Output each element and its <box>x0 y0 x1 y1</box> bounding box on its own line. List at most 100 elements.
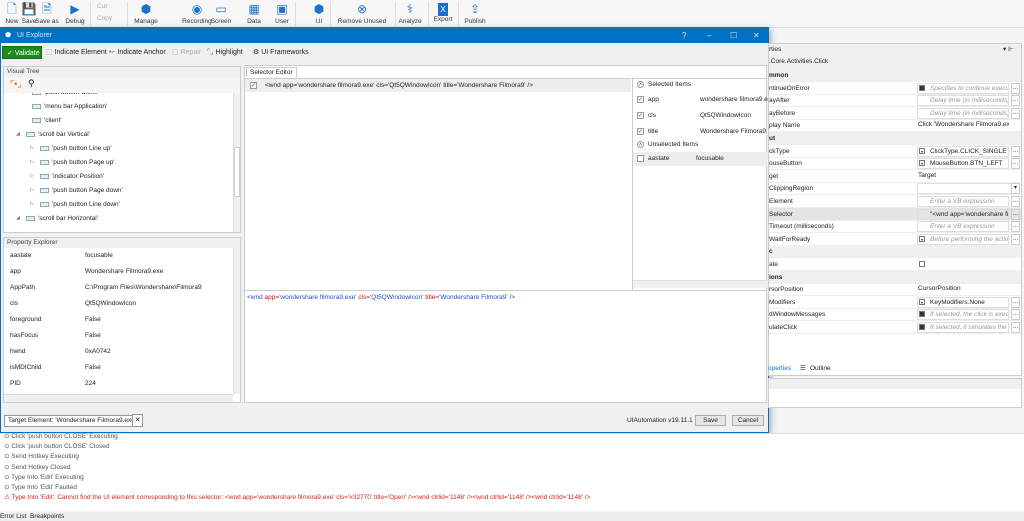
expanded-arrow-icon[interactable]: ◢ <box>16 215 20 221</box>
property-row[interactable]: rsorPosition CursorPosition <box>769 283 1021 297</box>
collapsed-arrow-icon[interactable]: ▷ <box>30 187 34 193</box>
property-value[interactable]: If selected, it simulates the c <box>917 322 1009 333</box>
save-button[interactable]: Save <box>695 415 726 426</box>
cancel-button[interactable]: Cancel <box>732 415 764 426</box>
property-value[interactable]: MouseButton.BTN_LEFT <box>917 158 1009 170</box>
attribute-checkbox[interactable] <box>637 155 644 162</box>
collapse-icon[interactable]: ˄ <box>637 141 644 148</box>
ui-frameworks-button[interactable]: ⚙ UI Frameworks <box>253 46 309 59</box>
tree-node[interactable]: ▷ 'push button Page up' <box>30 159 114 166</box>
tree-node[interactable]: 'client' <box>32 117 62 124</box>
tab-error-list[interactable]: Error List <box>0 513 26 520</box>
indicate-anchor-button[interactable]: •⌐ Indicate Anchor <box>109 46 166 59</box>
property-row[interactable]: dWindowMessages If selected, the click is… <box>769 308 1021 322</box>
property-value[interactable]: Enter a VB expression <box>917 221 1009 233</box>
collapse-icon[interactable]: ˄ <box>637 81 644 88</box>
ribbon-analyze-button[interactable]: ⚕ Analyze <box>398 1 422 25</box>
property-row[interactable]: play Name Click 'Wondershare Filmora9.exe… <box>769 119 1021 133</box>
tab-selector-editor[interactable]: Selector Editor <box>246 67 297 77</box>
visual-tree-scrollbar[interactable] <box>233 93 240 232</box>
property-row[interactable]: ckType ▾ ClickType.CLICK_SINGLE… <box>769 145 1021 158</box>
section-header[interactable]: ˄ Selected Items <box>637 81 771 88</box>
section-header[interactable]: ˄ Unselected Items <box>637 141 771 148</box>
tree-node[interactable]: 'menu bar Application' <box>32 103 107 110</box>
property-value[interactable]: ClickType.CLICK_SINGLE <box>917 145 1009 157</box>
ribbon-debug-button[interactable]: ▶ Debug <box>63 1 87 25</box>
ellipsis-button[interactable]: … <box>1011 221 1020 233</box>
tree-node[interactable]: ▷ 'push button Close' <box>22 93 99 96</box>
collapsed-arrow-icon[interactable]: ▷ <box>30 145 34 151</box>
property-row[interactable]: ayAfter Delay time (in milliseconds) afte… <box>769 94 1021 108</box>
pin-icon[interactable]: ▾ ⊩ <box>1003 44 1014 55</box>
ribbon-user-button[interactable]: ▣ User <box>270 1 294 25</box>
ribbon-screen-button[interactable]: ▭ Screen <box>209 1 233 25</box>
indicate-element-button[interactable]: ⬚ Indicate Element <box>46 46 107 59</box>
expanded-arrow-icon[interactable]: ◢ <box>16 131 20 137</box>
checkbox[interactable] <box>919 261 925 267</box>
ribbon-data-button[interactable]: ▦ Data <box>242 1 266 25</box>
selector-node-row[interactable]: ✓ <wnd app='wondershare filmora9.exe' cl… <box>245 78 631 92</box>
property-value[interactable]: Before performing the action <box>917 233 1009 245</box>
property-value[interactable] <box>917 183 1020 195</box>
ribbon-manage-button[interactable]: ⬢ Manage <box>134 1 158 25</box>
cut-button[interactable]: Cut <box>97 3 107 10</box>
tree-node[interactable]: ▷ 'indicator Position' <box>30 173 104 180</box>
selected-attribute[interactable]: ✓ app wondershare filmora9.exe <box>637 96 775 103</box>
ribbon-export-button[interactable]: X Export <box>431 1 455 23</box>
highlight-button[interactable]: ⌜⌟ Highlight <box>207 46 243 59</box>
validate-button[interactable]: ✓ Validate <box>2 46 42 59</box>
property-row[interactable]: ulateClick If selected, it simulates the … <box>769 321 1021 334</box>
property-row[interactable]: ClippingRegion ▾ <box>769 182 1021 196</box>
maximize-button[interactable]: ☐ <box>730 28 737 43</box>
property-row[interactable]: ouseButton ▾ MouseButton.BTN_LEFT… <box>769 157 1021 171</box>
property-scrollbar[interactable] <box>233 248 240 394</box>
ribbon-remove-unused-button[interactable]: ⊗ Remove Unused <box>337 1 387 25</box>
property-row[interactable]: ate <box>769 258 1021 271</box>
collapsed-arrow-icon[interactable]: ▷ <box>22 93 26 95</box>
property-value[interactable]: Delay time (in milliseconds) afte <box>917 95 1009 107</box>
property-value[interactable]: KeyModifiers.None <box>917 296 1009 308</box>
property-row[interactable]: get Target <box>769 170 1021 183</box>
property-row[interactable]: Timeout (milliseconds) Enter a VB express… <box>769 220 1021 234</box>
property-value[interactable]: Delay time (in milliseconds) bef <box>917 107 1009 119</box>
ellipsis-button[interactable]: … <box>1011 145 1020 157</box>
tree-node[interactable]: ▷ 'push button Line down' <box>30 201 120 208</box>
ellipsis-button[interactable]: … <box>1011 296 1020 308</box>
ellipsis-button[interactable]: … <box>1011 196 1020 207</box>
property-row[interactable]: Modifiers ▾ KeyModifiers.None… <box>769 296 1021 309</box>
attribute-checkbox[interactable]: ✓ <box>637 112 644 119</box>
ellipsis-button[interactable]: … <box>1011 158 1020 170</box>
tab-properties[interactable]: operties <box>768 363 791 375</box>
tree-node[interactable]: ▷ 'push button Line up' <box>30 145 112 152</box>
property-row[interactable]: Selector "<wnd app='wondershare filmo… <box>769 207 1021 221</box>
property-value[interactable]: "<wnd app='wondershare filmo <box>917 208 1009 220</box>
close-button[interactable]: ✕ <box>753 28 760 43</box>
tree-node[interactable]: ◢ 'scroll bar Horizontal' <box>16 215 98 222</box>
ribbon-save-as-button[interactable]: 🗎 Save as <box>35 1 59 25</box>
ellipsis-button[interactable]: … <box>1011 208 1020 220</box>
property-row[interactable]: ntinueOnError Specifies to continue execu… <box>769 82 1021 95</box>
ellipsis-button[interactable]: … <box>1011 107 1020 119</box>
scroll-thumb[interactable] <box>234 147 240 197</box>
attribute-checkbox[interactable]: ✓ <box>637 128 644 135</box>
ellipsis-button[interactable]: … <box>1011 95 1020 107</box>
node-checkbox[interactable]: ✓ <box>250 82 257 89</box>
ellipsis-button[interactable]: … <box>1011 82 1020 94</box>
property-row[interactable]: ayBefore Delay time (in milliseconds) bef… <box>769 107 1021 120</box>
tab-outline[interactable]: Outline <box>810 363 831 375</box>
ribbon-ui-button[interactable]: ⬢ UI <box>307 1 331 25</box>
ellipsis-button[interactable]: … <box>1011 233 1020 245</box>
tree-node[interactable]: ◢ 'scroll bar Vertical' <box>16 131 90 138</box>
attributes-hscrollbar[interactable] <box>633 280 767 288</box>
property-value[interactable]: Specifies to continue executi <box>917 82 1009 94</box>
unselected-attribute[interactable]: aastate focusable <box>633 152 767 166</box>
property-value[interactable]: Enter a VB expression <box>917 196 1009 207</box>
tree-node[interactable]: ▷ 'push button Page down' <box>30 187 123 194</box>
search-icon[interactable]: ⚲ <box>28 78 35 89</box>
ellipsis-button[interactable]: … <box>1011 309 1020 321</box>
property-value[interactable]: If selected, the click is execu <box>917 309 1009 321</box>
selected-attribute[interactable]: ✓ title Wondershare Filmora9 <box>637 128 771 135</box>
tab-breakpoints[interactable]: Breakpoints <box>30 513 64 520</box>
dropdown-icon[interactable]: ▾ <box>1011 183 1020 195</box>
property-hscrollbar[interactable] <box>4 394 233 402</box>
